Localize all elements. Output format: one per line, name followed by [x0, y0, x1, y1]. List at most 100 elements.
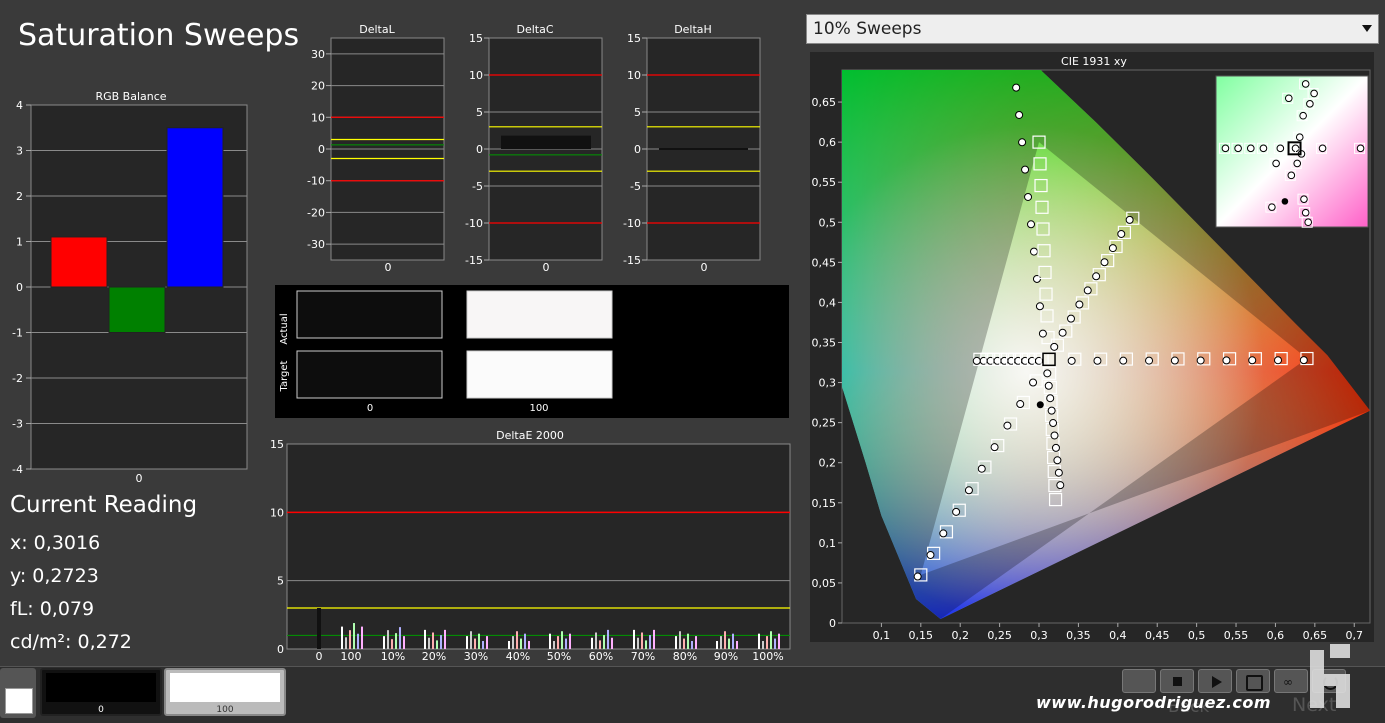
- cie-measured-point: [990, 443, 999, 452]
- screenshot-button[interactable]: [1122, 669, 1156, 693]
- cie-measured-point: [1108, 244, 1117, 253]
- deltaC-tick-label: -5: [472, 180, 483, 193]
- cie-measured-point: [1054, 468, 1063, 477]
- cie-title: CIE 1931 xy: [1061, 55, 1127, 68]
- deltaE-bar: [512, 636, 514, 649]
- cie-y-tick-label: 0,3: [819, 377, 837, 390]
- rgb-tick-label: 1: [16, 236, 23, 249]
- pattern-swatch-100[interactable]: 100: [164, 668, 286, 716]
- deltaE-bar: [361, 626, 363, 649]
- cie-inset-measured: [1246, 144, 1255, 153]
- site-logo: [1310, 644, 1350, 708]
- deltaE-bar: [766, 636, 768, 649]
- cie-x-tick-label: 0,55: [1224, 629, 1249, 642]
- watermark: www.hugorodriguez.com: [1036, 693, 1272, 712]
- rgb-balance-ticks: 4 3 2 1 0 -1 -2 -3 -4: [12, 99, 31, 476]
- cie-inset: [1215, 75, 1369, 228]
- cie-measured-point: [1027, 220, 1036, 229]
- cie-inset-measured: [1276, 144, 1285, 153]
- cie-measured-point: [952, 507, 961, 516]
- deltaE-bar: [553, 641, 555, 649]
- target-label: Target: [279, 360, 290, 392]
- deltaE-bar: [758, 633, 760, 649]
- rgb-tick-label: -2: [12, 372, 23, 385]
- deltaE-bar: [603, 635, 605, 649]
- rgb-tick-label: -4: [12, 463, 23, 476]
- stop-button[interactable]: [1160, 669, 1194, 693]
- sweep-dropdown[interactable]: 10% Sweeps: [806, 14, 1379, 44]
- cie-y-tick-label: 0,55: [812, 176, 837, 189]
- deltaE-bar: [641, 632, 643, 649]
- rgb-tick-label: 2: [16, 190, 23, 203]
- deltaE-bar: [732, 633, 734, 649]
- cie-inset-measured: [1310, 89, 1318, 98]
- deltaC-tick-label: 0: [476, 143, 483, 156]
- deltaE-bar: [683, 638, 685, 649]
- cie-measured-point: [1058, 328, 1067, 337]
- deltaE-x-label: 90%: [714, 650, 738, 663]
- cie-inset-measured: [1318, 144, 1327, 153]
- deltaE-chart: DeltaE 2000 15 10 5 0 0 100 10% 20% 30% 40% 50% 60%…: [270, 429, 791, 663]
- deltaL-tick-label: 20: [311, 80, 325, 93]
- rgb-bar-b: [166, 127, 224, 288]
- cie-measured-point: [1100, 258, 1109, 267]
- cie-measured-point: [1046, 394, 1055, 403]
- deltaE-bar: [349, 630, 351, 649]
- pattern-swatch-0[interactable]: 0: [40, 668, 162, 716]
- actual-label: Actual: [279, 313, 290, 344]
- deltaE-bar: [482, 641, 484, 649]
- deltaC-title: DeltaC: [516, 23, 553, 36]
- deltaE-bar: [466, 636, 468, 649]
- read-series-button[interactable]: [1236, 669, 1270, 693]
- cie-x-tick-label: 0,25: [987, 629, 1012, 642]
- cie-y-tick-label: 0,4: [819, 296, 837, 309]
- sweep-dropdown-value: 10% Sweeps: [813, 19, 922, 39]
- deltaE-bar: [637, 637, 639, 649]
- cie-x-tick-label: 0,15: [909, 629, 934, 642]
- cie-x-tick-label: 0,6: [1267, 629, 1285, 642]
- deltaL-tick-label: -20: [307, 206, 325, 219]
- cie-measured-point: [1222, 356, 1231, 365]
- cie-measured-point: [1299, 356, 1308, 365]
- deltaE-bar: [599, 640, 601, 649]
- cie-inset-measured: [1301, 80, 1310, 88]
- deltaL-tick-label: 10: [311, 111, 325, 124]
- cie-current-reading: [1036, 401, 1044, 409]
- color-picker-button[interactable]: [0, 668, 36, 718]
- deltaC-bar: [501, 135, 591, 149]
- deltaE-title: DeltaE 2000: [496, 429, 564, 442]
- deltaE-x-label: 10%: [381, 650, 405, 663]
- chevron-down-icon[interactable]: [1362, 25, 1372, 32]
- deltaE-bar: [353, 623, 355, 649]
- rgb-tick-label: 4: [16, 99, 23, 112]
- deltaE-x-label: 60%: [589, 650, 613, 663]
- rgb-balance-x-label: 0: [136, 472, 143, 485]
- deltaE-bar: [728, 638, 730, 649]
- play-button[interactable]: [1198, 669, 1232, 693]
- reading-cdm2: cd/m²: 0,272: [10, 631, 132, 653]
- deltaE-bar: [428, 637, 430, 649]
- current-reading-heading: Current Reading: [10, 492, 198, 518]
- deltaL-tick-label: -30: [307, 238, 325, 251]
- deltaE-bar: [607, 629, 609, 649]
- deltaE-x-label: 30%: [464, 650, 488, 663]
- cie-inset-measured: [1301, 208, 1310, 217]
- cie-measured-point: [1053, 456, 1062, 465]
- deltaE-bar: [395, 633, 397, 649]
- deltaH-tick-label: 5: [634, 106, 641, 119]
- cie-y-tick-label: 0,15: [812, 497, 837, 510]
- deltaE-x-label: 0: [316, 650, 323, 663]
- deltaE-bar: [478, 633, 480, 649]
- cie-measured-point: [964, 486, 973, 495]
- cie-measured-point: [1018, 138, 1027, 147]
- cie-x-tick-label: 0,2: [951, 629, 969, 642]
- deltaE-bar: [645, 640, 647, 649]
- cie-measured-point: [1015, 110, 1024, 119]
- deltaE-bar: [653, 629, 655, 649]
- cie-chart: CIE 1931 xy 0,1 0,15 0,2 0,25 0,3 0,35 0,4 0,45…: [806, 46, 1380, 648]
- actual-swatch-100: [466, 290, 613, 339]
- play-icon: [1212, 676, 1222, 688]
- deltaE-bar: [720, 636, 722, 649]
- cie-measured-point: [1248, 356, 1257, 365]
- reading-x: x: 0,3016: [10, 532, 101, 554]
